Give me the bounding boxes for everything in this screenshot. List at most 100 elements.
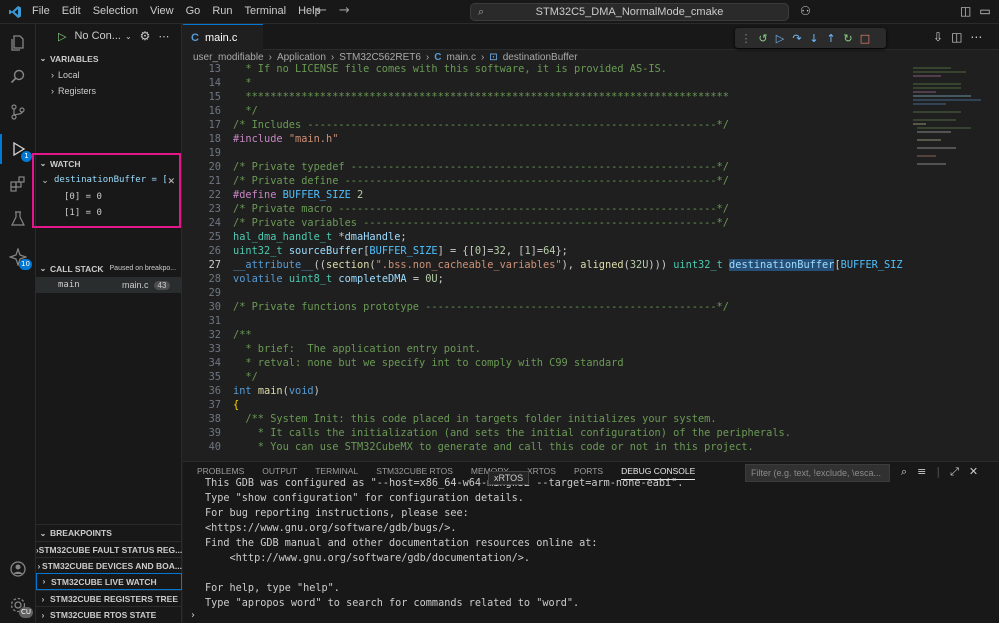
line-number: 23	[208, 203, 221, 215]
forward-arrow-icon[interactable]: →	[339, 3, 350, 18]
line-number: 30	[208, 301, 221, 313]
stm32-rtos-state-section[interactable]: › STM32CUBE RTOS STATE	[36, 606, 182, 623]
search-icon[interactable]	[0, 62, 36, 92]
run-debug-sidebar: ▷ No Con... ⌄ ⚙ ⋯ ⌄ VARIABLES › Local › …	[36, 24, 182, 623]
gear-icon[interactable]: ⚙	[140, 29, 151, 43]
chevron-down-icon: ⌄	[39, 264, 47, 273]
reset-device-icon[interactable]: ↺	[756, 32, 770, 45]
menu-run[interactable]: Run	[212, 5, 232, 17]
call-stack-frame[interactable]: main main.c 43	[36, 277, 182, 293]
continue-icon[interactable]: ▷	[773, 32, 787, 45]
line-number: 37	[208, 399, 221, 411]
menu-edit[interactable]: Edit	[62, 5, 81, 17]
chevron-right-icon: ›	[51, 70, 54, 80]
code-line: #include "main.h"	[233, 133, 339, 145]
menu-selection[interactable]: Selection	[93, 5, 138, 17]
code-line: * brief: The application entry point.	[233, 343, 481, 355]
source-control-icon[interactable]	[0, 97, 36, 127]
line-number: 35	[208, 371, 221, 383]
xrtos-tooltip: xRTOS	[488, 471, 530, 485]
section-title: STM32CUBE LIVE WATCH	[51, 576, 157, 587]
stm32-cube-icon[interactable]: 10	[0, 242, 36, 272]
code-line: /* Private define ----------------------…	[233, 175, 729, 187]
line-number: 36	[208, 385, 221, 397]
variables-registers[interactable]: › Registers	[36, 83, 182, 99]
editor-tabs: C main.c ⋮ ↺ ▷ ↷ ↓ ↑ ↻ □ ⇩ ◫ ⋯	[183, 24, 999, 50]
stop-icon[interactable]: □	[858, 32, 872, 45]
frame-line-badge: 43	[153, 280, 171, 290]
c-file-icon: C	[191, 31, 199, 44]
drag-handle-icon[interactable]: ⋮	[739, 32, 753, 45]
breakpoints-section-header[interactable]: ⌄ BREAKPOINTS	[36, 524, 182, 541]
chevron-right-icon: ›	[51, 86, 54, 96]
code-line: #define BUFFER_SIZE 2	[233, 189, 364, 201]
start-debug-icon[interactable]: ▷	[58, 30, 66, 43]
line-number: 21	[208, 175, 221, 187]
line-number: 32	[208, 329, 221, 341]
accounts-icon[interactable]	[0, 554, 36, 584]
more-actions-icon[interactable]: ⋯	[970, 30, 982, 44]
code-editor[interactable]: 13 14 15 16 17 18 19 20 21 22 23 24 25 2…	[183, 61, 903, 461]
line-number: 34	[208, 357, 221, 369]
line-number: 22	[208, 189, 221, 201]
menu-terminal[interactable]: Terminal	[245, 5, 287, 17]
accounts-badge: CU	[19, 607, 34, 618]
command-center[interactable]: ⌕ STM32C5_DMA_NormalMode_cmake	[470, 3, 789, 21]
command-center-label: STM32C5_DMA_NormalMode_cmake	[535, 6, 724, 18]
code-line: /** System Init: this code placed in tar…	[233, 413, 717, 425]
line-number: 24	[208, 217, 221, 229]
call-stack-title: CALL STACK	[50, 263, 104, 274]
close-panel-icon[interactable]: ✕	[969, 465, 978, 479]
back-arrow-icon[interactable]: ←	[316, 3, 327, 18]
step-into-icon[interactable]: ↓	[807, 32, 821, 45]
variables-local-label: Local	[58, 70, 80, 80]
explorer-icon[interactable]	[0, 28, 36, 58]
call-stack-section-header[interactable]: ⌄ CALL STACK Paused on breakpo...	[36, 260, 182, 277]
section-title: STM32CUBE FAULT STATUS REG...	[38, 545, 182, 555]
variables-section-header[interactable]: ⌄ VARIABLES	[36, 50, 182, 67]
line-number: 29	[208, 287, 221, 299]
console-line: <http://www.gnu.org/software/gdb/documen…	[205, 553, 531, 564]
stm32-devices-section[interactable]: › STM32CUBE DEVICES AND BOA...	[36, 557, 182, 574]
step-over-icon[interactable]: ↷	[790, 32, 804, 45]
extensions-icon[interactable]	[0, 169, 36, 199]
variables-local[interactable]: › Local	[36, 67, 182, 83]
split-editor-icon[interactable]: ◫	[951, 30, 962, 44]
code-line: {	[233, 399, 240, 411]
manage-gear-icon[interactable]: CU	[0, 590, 36, 620]
chevron-down-icon: ⌄	[39, 528, 47, 538]
run-config-select[interactable]: No Con...	[74, 30, 120, 42]
more-actions-icon[interactable]: ⋯	[158, 30, 169, 43]
maximize-panel-icon[interactable]: ⤢	[950, 465, 959, 479]
toggle-panel-icon[interactable]: ▭	[979, 4, 990, 18]
code-line: __attribute__((section(".bss.non_cacheab…	[233, 259, 903, 271]
step-out-icon[interactable]: ↑	[824, 32, 838, 45]
stm32-fault-status-section[interactable]: › STM32CUBE FAULT STATUS REG...	[36, 541, 182, 558]
line-number: 17	[208, 119, 221, 131]
menu-go[interactable]: Go	[186, 5, 201, 17]
code-line: /* Private variables -------------------…	[233, 217, 729, 229]
console-prompt-chevron-icon[interactable]: ›	[191, 610, 195, 621]
copilot-icon[interactable]: ⚇	[800, 4, 811, 18]
breakpoints-title: BREAKPOINTS	[50, 528, 112, 538]
code-line: * You can use STM32CubeMX to generate an…	[233, 441, 754, 453]
stm32-registers-tree-section[interactable]: › STM32CUBE REGISTERS TREE	[36, 590, 182, 607]
chevron-down-icon[interactable]: ⌄	[125, 32, 132, 41]
search-icon[interactable]: ⌕	[901, 465, 907, 479]
open-changes-icon[interactable]: ⇩	[933, 30, 943, 44]
activity-bar: 1 10 CU	[0, 24, 36, 623]
code-line: /* Private typedef ---------------------…	[233, 161, 729, 173]
toggle-sidebar-icon[interactable]: ◫	[960, 4, 971, 18]
restart-icon[interactable]: ↻	[841, 32, 855, 45]
tab-main-c[interactable]: C main.c	[183, 24, 263, 50]
stm32-live-watch-section[interactable]: › STM32CUBE LIVE WATCH	[36, 573, 182, 590]
console-line: Type "show configuration" for configurat…	[205, 493, 524, 504]
minimap[interactable]	[911, 64, 991, 174]
testing-icon[interactable]	[0, 204, 36, 234]
clear-console-icon[interactable]: ≡	[917, 465, 926, 479]
current-line-number: 27	[208, 259, 221, 271]
menu-file[interactable]: File	[32, 5, 50, 17]
run-debug-icon[interactable]: 1	[0, 134, 36, 164]
menu-view[interactable]: View	[150, 5, 174, 17]
watch-highlight-box	[32, 153, 181, 228]
